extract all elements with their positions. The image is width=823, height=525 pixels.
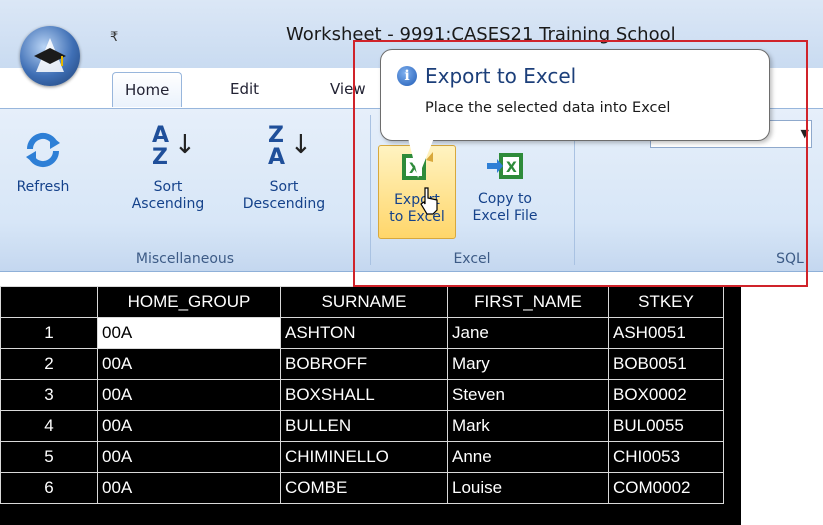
app-orb-icon[interactable]	[20, 26, 80, 86]
sort-asc-letter-a: A	[152, 123, 170, 148]
row-number[interactable]: 1	[0, 317, 98, 349]
cell-surname[interactable]: CHIMINELLO	[280, 441, 448, 473]
table-header-row: HOME_GROUP SURNAME FIRST_NAME STKEY	[0, 286, 724, 318]
sort-ascending-button[interactable]: A Z ↓ Sort Ascending	[118, 123, 218, 213]
cell-first-name[interactable]: Steven	[447, 379, 609, 411]
tooltip-tail	[408, 138, 434, 178]
cell-home-group[interactable]: 00A	[97, 441, 281, 473]
grid-empty-area	[741, 286, 823, 525]
cell-first-name[interactable]: Anne	[447, 441, 609, 473]
cell-surname[interactable]: COMBE	[280, 472, 448, 504]
mouse-cursor-icon	[420, 187, 438, 215]
export-tooltip: i Export to Excel Place the selected dat…	[380, 49, 770, 141]
copy-label-1: Copy to	[477, 191, 533, 207]
cell-surname[interactable]: ASHTON	[280, 317, 448, 349]
cell-stkey[interactable]: BOX0002	[608, 379, 724, 411]
group-label-sql: SQL	[776, 251, 804, 267]
tooltip-description: Place the selected data into Excel	[425, 100, 671, 116]
cell-home-group[interactable]: 00A	[97, 317, 281, 349]
tab-edit[interactable]: Edit	[218, 72, 271, 106]
column-header-first-name[interactable]: FIRST_NAME	[447, 286, 609, 318]
cell-surname[interactable]: BOBROFF	[280, 348, 448, 380]
copy-to-excel-file-button[interactable]: X Copy to Excel File	[460, 145, 550, 237]
tooltip-title: Export to Excel	[425, 64, 577, 88]
cell-stkey[interactable]: ASH0051	[608, 317, 724, 349]
sort-descending-label-1: Sort	[269, 179, 299, 195]
refresh-icon	[26, 132, 60, 168]
sort-descending-label-2: Descending	[242, 196, 326, 212]
group-label-miscellaneous: Miscellaneous	[135, 251, 235, 267]
copy-label-2: Excel File	[472, 208, 538, 224]
refresh-label: Refresh	[16, 179, 70, 195]
sort-descending-icon: Z A ↓	[268, 123, 312, 170]
data-table: HOME_GROUP SURNAME FIRST_NAME STKEY 1 00…	[0, 286, 724, 504]
sort-asc-letter-z: Z	[152, 145, 168, 170]
row-number[interactable]: 5	[0, 441, 98, 473]
svg-text:X: X	[506, 160, 517, 176]
column-header-surname[interactable]: SURNAME	[280, 286, 448, 318]
sort-ascending-label-1: Sort	[153, 179, 183, 195]
cell-home-group[interactable]: 00A	[97, 379, 281, 411]
table-row: 2 00A BOBROFF Mary BOB0051	[0, 348, 724, 380]
chevron-down-icon: ▼	[800, 127, 809, 140]
column-header-stkey[interactable]: STKEY	[608, 286, 724, 318]
column-header-home-group[interactable]: HOME_GROUP	[97, 286, 281, 318]
table-row: 3 00A BOXSHALL Steven BOX0002	[0, 379, 724, 411]
sort-desc-letter-a: A	[268, 145, 286, 170]
tab-view[interactable]: View	[318, 72, 378, 106]
row-number[interactable]: 2	[0, 348, 98, 380]
sort-ascending-icon: A Z ↓	[152, 123, 196, 170]
window-title: Worksheet - 9991:CASES21 Training School	[286, 24, 676, 45]
excel-copy-icon: X	[487, 153, 523, 179]
sort-desc-letter-z: Z	[268, 123, 284, 148]
export-label-1: Export	[394, 192, 440, 208]
tab-home[interactable]: Home	[112, 72, 183, 107]
row-number[interactable]: 4	[0, 410, 98, 442]
cell-first-name[interactable]: Louise	[447, 472, 609, 504]
info-icon: i	[397, 66, 417, 86]
cell-first-name[interactable]: Jane	[447, 317, 609, 349]
table-row: 4 00A BULLEN Mark BUL0055	[0, 410, 724, 442]
cell-home-group[interactable]: 00A	[97, 410, 281, 442]
table-row: 1 00A ASHTON Jane ASH0051	[0, 317, 724, 349]
table-row: 6 00A COMBE Louise COM0002	[0, 472, 724, 504]
table-row: 5 00A CHIMINELLO Anne CHI0053	[0, 441, 724, 473]
cell-first-name[interactable]: Mary	[447, 348, 609, 380]
row-number[interactable]: 6	[0, 472, 98, 504]
sort-descending-button[interactable]: Z A ↓ Sort Descending	[224, 123, 344, 213]
cell-first-name[interactable]: Mark	[447, 410, 609, 442]
cell-stkey[interactable]: BUL0055	[608, 410, 724, 442]
refresh-button[interactable]: Refresh	[6, 129, 80, 196]
export-label-2: to Excel	[389, 209, 445, 225]
cell-stkey[interactable]: COM0002	[608, 472, 724, 504]
cell-stkey[interactable]: BOB0051	[608, 348, 724, 380]
cell-surname[interactable]: BOXSHALL	[280, 379, 448, 411]
row-number-header	[0, 286, 98, 318]
group-separator	[370, 115, 371, 265]
quick-access-dropdown[interactable]: ₹	[110, 30, 118, 45]
data-grid: HOME_GROUP SURNAME FIRST_NAME STKEY 1 00…	[0, 286, 741, 525]
group-label-excel: Excel	[453, 251, 491, 267]
cell-home-group[interactable]: 00A	[97, 348, 281, 380]
sort-ascending-label-2: Ascending	[131, 196, 205, 212]
cell-home-group[interactable]: 00A	[97, 472, 281, 504]
row-number[interactable]: 3	[0, 379, 98, 411]
cell-surname[interactable]: BULLEN	[280, 410, 448, 442]
cell-stkey[interactable]: CHI0053	[608, 441, 724, 473]
